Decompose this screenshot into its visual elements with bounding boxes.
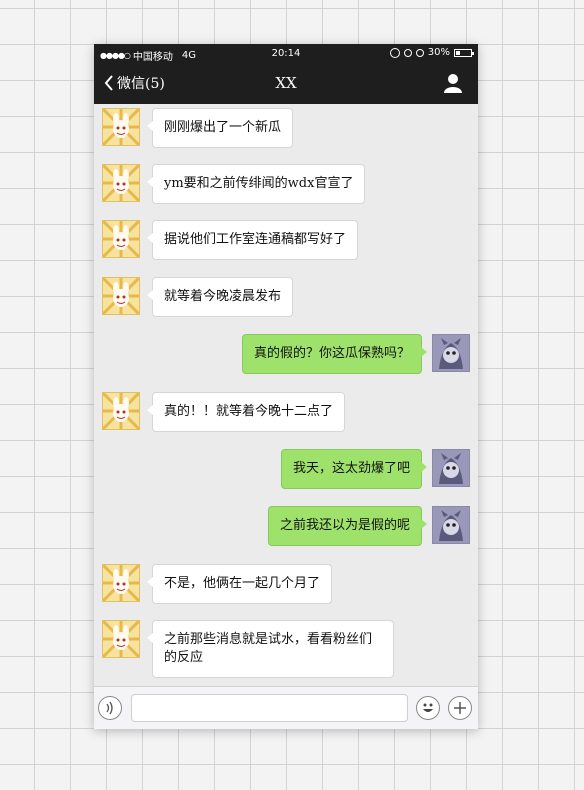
contact-avatar[interactable]	[102, 220, 140, 258]
contact-avatar[interactable]	[102, 164, 140, 202]
my-avatar[interactable]	[432, 334, 470, 372]
contact-avatar[interactable]	[102, 564, 140, 602]
battery-icon	[454, 48, 474, 57]
contact-avatar[interactable]	[102, 277, 140, 315]
message-bubble[interactable]: 我天，这太劲爆了吧	[280, 449, 428, 489]
plus-icon	[454, 702, 466, 714]
location-icon	[403, 48, 412, 57]
battery-fill	[456, 50, 460, 55]
person-icon	[444, 74, 462, 93]
chat-title: XX	[275, 74, 297, 92]
more-button[interactable]	[448, 696, 472, 720]
my-avatar[interactable]	[432, 506, 470, 544]
profile-button[interactable]	[444, 73, 462, 97]
contact-avatar[interactable]	[102, 108, 140, 146]
phone-screen: ●●●●○ 中国移动 4G 20:14 30% 微信(5) XX 刚刚爆出了一个…	[94, 44, 478, 729]
voice-button[interactable]	[98, 696, 122, 720]
message-list[interactable]: 刚刚爆出了一个新瓜 ym要和之前传绯闻的wdx官宣了 据说他们工作室连通稿都写好了就…	[94, 104, 478, 686]
message-bubble[interactable]: 不是，他俩在一起几个月了	[146, 564, 333, 604]
nav-bar: 微信(5) XX	[94, 64, 478, 104]
message-input[interactable]	[131, 694, 408, 722]
message-bubble[interactable]: 刚刚爆出了一个新瓜	[146, 108, 294, 148]
message-bubble[interactable]: 之前我还以为是假的呢	[267, 506, 428, 546]
status-right: 30%	[389, 47, 474, 58]
battery-percent: 30%	[427, 47, 450, 58]
message-bubble[interactable]: ym要和之前传绯闻的wdx官宣了	[146, 164, 366, 204]
contact-avatar[interactable]	[102, 620, 140, 658]
contact-avatar[interactable]	[102, 392, 140, 430]
sync-icon	[389, 47, 400, 58]
message-bubble[interactable]: 就等着今晚凌晨发布	[146, 277, 294, 317]
emoji-button[interactable]	[416, 696, 440, 720]
alarm-icon	[415, 48, 424, 57]
message-bubble[interactable]: 之前那些消息就是试水，看看粉丝们的反应	[147, 620, 394, 678]
voice-icon	[106, 701, 113, 715]
message-bubble[interactable]: 真的假的？你这瓜保熟吗？	[241, 334, 428, 374]
smiley-icon	[423, 703, 433, 712]
my-avatar[interactable]	[432, 449, 470, 487]
input-bar	[94, 686, 478, 729]
message-bubble[interactable]: 据说他们工作室连通稿都写好了	[146, 220, 359, 260]
status-bar: ●●●●○ 中国移动 4G 20:14 30%	[94, 44, 478, 64]
message-bubble[interactable]: 真的！！就等着今晚十二点了	[146, 392, 346, 432]
